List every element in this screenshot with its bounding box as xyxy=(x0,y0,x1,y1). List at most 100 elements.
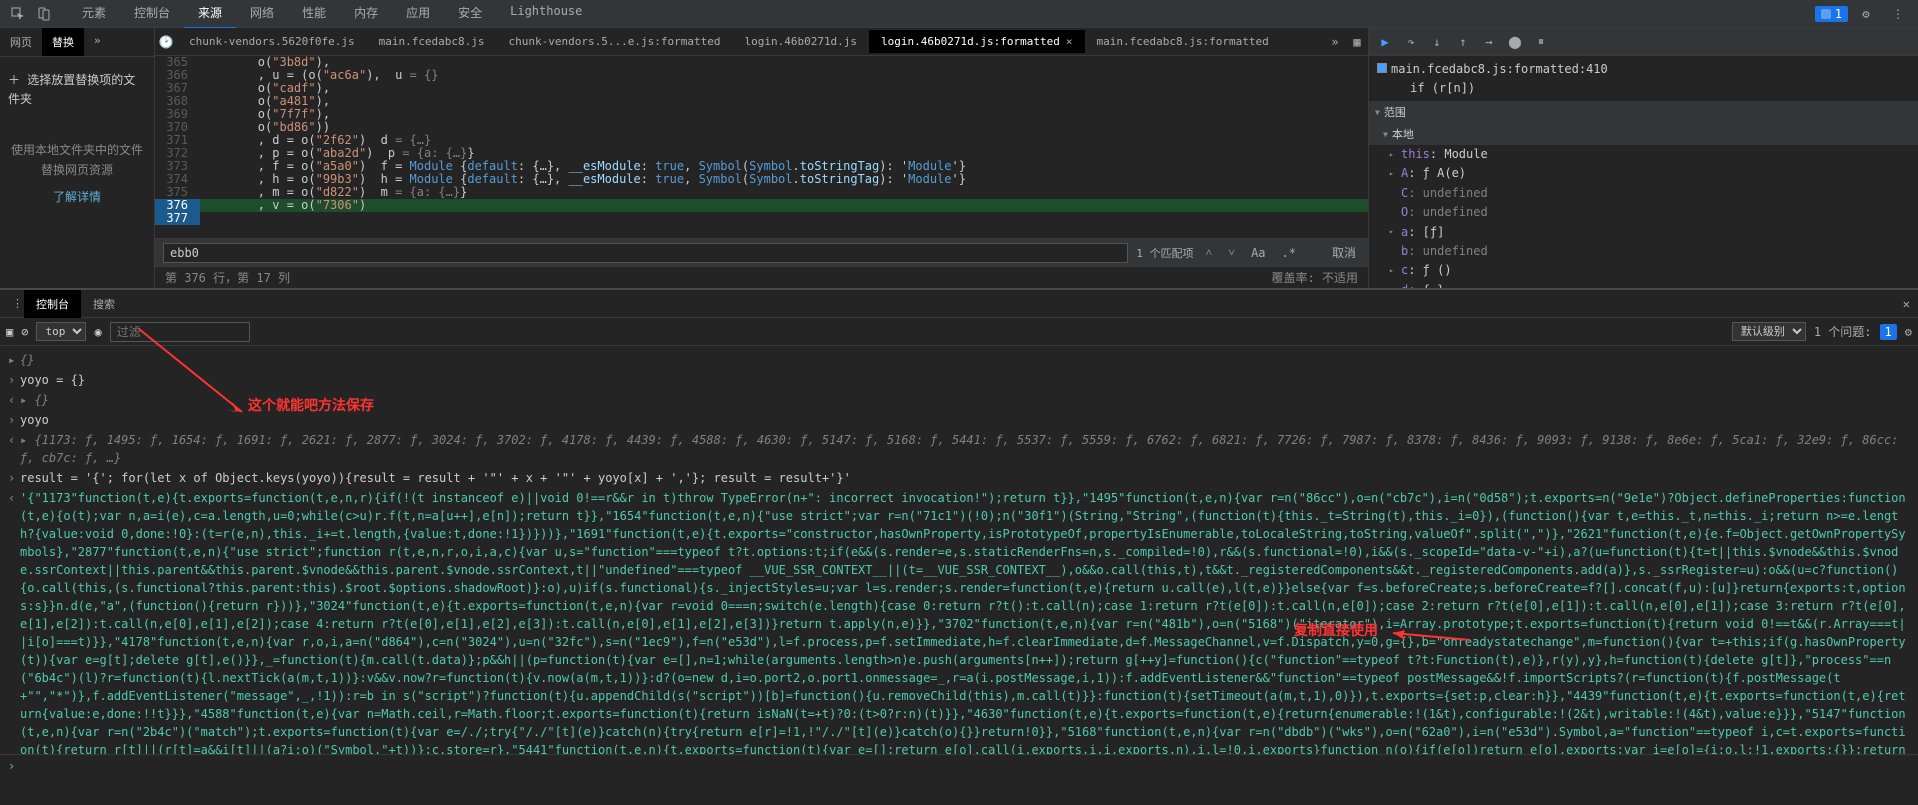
console-prompt[interactable]: › xyxy=(0,754,1918,777)
code-line[interactable]: 369 o("7f7f"), xyxy=(155,108,1368,121)
local-scope-header[interactable]: 本地 xyxy=(1369,123,1918,145)
devtools-tab-0[interactable]: 元素 xyxy=(68,0,120,29)
scope-var-this[interactable]: this: Module xyxy=(1369,145,1918,164)
search-next-icon[interactable]: ˅ xyxy=(1224,243,1239,262)
file-tab-1[interactable]: main.fcedabc8.js xyxy=(367,30,497,53)
console-output[interactable]: ▸{}›yoyo = {}‹▸ {}›yoyo‹▸ {1173: ƒ, 1495… xyxy=(0,346,1918,754)
step-out-icon[interactable]: ↑ xyxy=(1451,30,1475,54)
more-icon[interactable]: ⋮ xyxy=(1886,2,1910,26)
drawer-close-icon[interactable]: ✕ xyxy=(1895,297,1918,311)
file-tab-0[interactable]: chunk-vendors.5620f0fe.js xyxy=(177,30,367,53)
file-tab-4[interactable]: login.46b0271d.js:formatted× xyxy=(869,30,1084,53)
console-filter-input[interactable] xyxy=(110,322,250,342)
console-sidebar-icon[interactable]: ▣ xyxy=(6,325,13,339)
scope-var-C[interactable]: C: undefined xyxy=(1369,184,1918,203)
console-clear-icon[interactable]: ⊘ xyxy=(21,325,28,339)
scope-var-d[interactable]: d: {…} xyxy=(1369,281,1918,288)
search-case-icon[interactable]: Aa xyxy=(1247,244,1269,262)
scope-variables: this: ModuleA: ƒ A(e)C: undefinedO: unde… xyxy=(1369,145,1918,288)
paused-condition: if (r[n]) xyxy=(1410,81,1475,95)
console-eye-icon[interactable]: ◉ xyxy=(94,325,101,339)
breakpoint-checkbox[interactable] xyxy=(1377,63,1387,73)
step-into-icon[interactable]: ↓ xyxy=(1425,30,1449,54)
code-editor[interactable]: 365 o("3b8d"),366 , u = (o("ac6a"), u = … xyxy=(155,56,1368,238)
resume-icon[interactable]: ▶ xyxy=(1373,30,1397,54)
device-icon[interactable] xyxy=(32,2,56,26)
scope-header[interactable]: 范围 xyxy=(1369,101,1918,123)
editor-status-bar: 第 376 行，第 17 列 覆盖率: 不适用 xyxy=(155,266,1368,288)
search-cancel[interactable]: 取消 xyxy=(1328,242,1360,263)
close-icon[interactable]: × xyxy=(1066,35,1073,48)
paused-file: main.fcedabc8.js:formatted:410 xyxy=(1391,62,1608,76)
code-line[interactable]: 368 o("a481"), xyxy=(155,95,1368,108)
paused-location: main.fcedabc8.js:formatted:410 if (r[n]) xyxy=(1369,56,1918,101)
issues-badge[interactable]: 1 xyxy=(1815,6,1848,22)
issues-count: 1 xyxy=(1835,7,1842,21)
console-toolbar: ▣ ⊘ top ◉ 默认级别 1 个问题: 1 ⚙ xyxy=(0,318,1918,346)
scope-var-b[interactable]: b: undefined xyxy=(1369,242,1918,261)
console-issue-badge[interactable]: 1 xyxy=(1880,324,1897,340)
step-over-icon[interactable]: ↷ xyxy=(1399,30,1423,54)
console-row[interactable]: ›yoyo xyxy=(0,410,1918,430)
scope-var-a[interactable]: a: [ƒ] xyxy=(1369,223,1918,242)
devtools-tab-4[interactable]: 性能 xyxy=(288,0,340,29)
console-row[interactable]: ›result = '{'; for(let x of Object.keys(… xyxy=(0,468,1918,488)
console-row[interactable]: ›yoyo = {} xyxy=(0,370,1918,390)
prompt-arrow-icon: › xyxy=(8,759,20,773)
deactivate-bp-icon[interactable]: ⬤ xyxy=(1503,30,1527,54)
select-overrides-folder[interactable]: ＋ 选择放置替换项的文件夹 xyxy=(0,65,154,115)
scope-var-A[interactable]: A: ƒ A(e) xyxy=(1369,164,1918,183)
devtools-tab-2[interactable]: 来源 xyxy=(184,0,236,29)
file-tab-overflow-icon[interactable]: ▦ xyxy=(1346,35,1368,49)
pause-exc-icon[interactable]: ⏸ xyxy=(1529,30,1553,54)
drawer-menu-icon[interactable]: ⋮ xyxy=(0,291,24,316)
inspect-icon[interactable] xyxy=(6,2,30,26)
drawer-tabs: ⋮ 控制台 搜索 ✕ xyxy=(0,290,1918,318)
editor-search-bar: 1 个匹配项 ˄ ˅ Aa .* 取消 xyxy=(155,238,1368,266)
step-icon[interactable]: → xyxy=(1477,30,1501,54)
devtools-tab-6[interactable]: 应用 xyxy=(392,0,444,29)
search-prev-icon[interactable]: ˄ xyxy=(1202,243,1217,262)
console-row[interactable]: ‹▸ {1173: ƒ, 1495: ƒ, 1654: ƒ, 1691: ƒ, … xyxy=(0,430,1918,468)
nav-tab-more[interactable]: » xyxy=(84,28,111,56)
scope-var-c[interactable]: c: ƒ () xyxy=(1369,261,1918,280)
issues-label: 1 个问题: xyxy=(1814,323,1872,340)
search-input[interactable] xyxy=(163,243,1128,263)
nav-tab-overrides[interactable]: 替换 xyxy=(42,28,84,56)
devtools-tab-3[interactable]: 网络 xyxy=(236,0,288,29)
settings-icon[interactable]: ⚙ xyxy=(1854,2,1878,26)
coverage-indicator: 覆盖率: 不适用 xyxy=(1272,269,1358,286)
nav-tab-page[interactable]: 网页 xyxy=(0,28,42,56)
code-line[interactable]: 377 xyxy=(155,212,1368,225)
devtools-tab-8[interactable]: Lighthouse xyxy=(496,0,596,29)
debugger-panel: ▶ ↷ ↓ ↑ → ⬤ ⏸ main.fcedabc8.js:formatted… xyxy=(1368,28,1918,288)
context-select[interactable]: top xyxy=(36,322,86,341)
devtools-top-bar: 元素控制台来源网络性能内存应用安全Lighthouse 1 ⚙ ⋮ xyxy=(0,0,1918,28)
devtools-tab-7[interactable]: 安全 xyxy=(444,0,496,29)
debug-toolbar: ▶ ↷ ↓ ↑ → ⬤ ⏸ xyxy=(1369,28,1918,56)
file-tab-3[interactable]: login.46b0271d.js xyxy=(732,30,869,53)
code-line[interactable]: 366 , u = (o("ac6a"), u = {} xyxy=(155,69,1368,82)
search-regex-icon[interactable]: .* xyxy=(1278,244,1300,262)
file-tab-2[interactable]: chunk-vendors.5...e.js:formatted xyxy=(497,30,733,53)
scope-var-O[interactable]: O: undefined xyxy=(1369,203,1918,222)
drawer-tab-console[interactable]: 控制台 xyxy=(24,290,81,318)
devtools-tab-1[interactable]: 控制台 xyxy=(120,0,184,29)
navigator-panel: 网页 替换 » ＋ 选择放置替换项的文件夹 使用本地文件夹中的文件替换网页资源 … xyxy=(0,28,155,288)
console-settings-icon[interactable]: ⚙ xyxy=(1905,325,1912,339)
devtools-tab-5[interactable]: 内存 xyxy=(340,0,392,29)
console-row[interactable]: ▸{} xyxy=(0,350,1918,370)
code-line[interactable]: 367 o("cadf"), xyxy=(155,82,1368,95)
log-level-select[interactable]: 默认级别 xyxy=(1732,322,1806,341)
line-number[interactable]: 377 xyxy=(155,212,200,225)
code-line[interactable]: 376 , v = o("7306") xyxy=(155,199,1368,212)
file-tab-more-icon[interactable]: » xyxy=(1324,35,1346,49)
history-icon[interactable]: 🕑 xyxy=(155,35,177,49)
devtools-panel-tabs: 元素控制台来源网络性能内存应用安全Lighthouse xyxy=(68,0,596,29)
file-tab-5[interactable]: main.fcedabc8.js:formatted xyxy=(1085,30,1281,53)
overrides-hint: 使用本地文件夹中的文件替换网页资源 xyxy=(10,141,144,179)
console-row[interactable]: ‹▸ {} xyxy=(0,390,1918,410)
drawer-tab-search[interactable]: 搜索 xyxy=(81,290,127,318)
console-result-large[interactable]: ‹'{"1173"function(t,e){t.exports=functio… xyxy=(0,488,1918,754)
learn-more-link[interactable]: 了解详情 xyxy=(10,188,144,207)
